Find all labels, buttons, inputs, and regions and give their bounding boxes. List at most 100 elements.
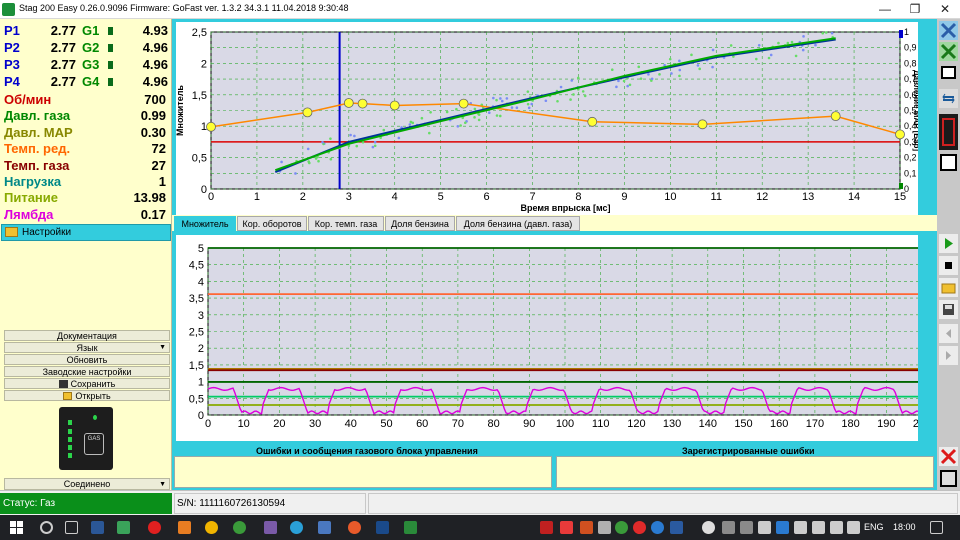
square-icon[interactable]	[939, 469, 958, 488]
sensor-label: Нагрузка	[4, 174, 62, 189]
map-point[interactable]	[206, 121, 216, 132]
scatter-point	[767, 56, 771, 60]
tray-icon[interactable]	[560, 521, 573, 534]
map-point[interactable]	[697, 119, 708, 130]
update-button[interactable]: Обновить	[4, 354, 170, 365]
app-icon[interactable]	[264, 521, 277, 534]
map-point[interactable]	[587, 116, 598, 127]
scatter-point	[353, 134, 356, 138]
scatter-point	[408, 123, 412, 126]
scatter-point	[769, 53, 773, 57]
scatter-point	[786, 41, 790, 45]
square-icon[interactable]	[939, 153, 958, 172]
tab-multiplier[interactable]: Множитель	[174, 216, 236, 231]
tray-icon[interactable]	[540, 521, 553, 534]
delete-red-x-icon[interactable]	[939, 447, 958, 466]
save-disk-icon[interactable]	[939, 300, 958, 319]
save-button[interactable]: Сохранить	[4, 378, 170, 389]
connection-select[interactable]: Соединено ▼	[4, 478, 170, 490]
tray-icon[interactable]	[615, 521, 628, 534]
factory-settings-button[interactable]: Заводские настройки	[4, 366, 170, 377]
wifi-icon[interactable]	[830, 521, 843, 534]
search-icon[interactable]	[40, 521, 53, 534]
settings-arrows-icon[interactable]	[939, 89, 958, 108]
scatter-point	[790, 40, 794, 44]
volume-icon[interactable]	[847, 521, 860, 534]
play-icon[interactable]	[939, 234, 958, 253]
stag-app-icon[interactable]	[404, 521, 417, 534]
registered-errors-box[interactable]	[556, 456, 934, 488]
firefox-icon[interactable]	[178, 521, 191, 534]
injector-row: P4 2.77 G4 4.96	[4, 74, 168, 89]
errors-area: Ошибки и сообщения газового блока управл…	[172, 443, 937, 490]
stop-icon[interactable]	[939, 256, 958, 275]
gas-injector-name: G2	[82, 40, 100, 55]
x-tick-label: 60	[416, 418, 428, 430]
hp-icon[interactable]	[702, 521, 715, 534]
restore-button[interactable]: ❐	[900, 0, 930, 19]
chrome-icon[interactable]	[205, 521, 218, 534]
tray-icon[interactable]	[794, 521, 807, 534]
app-icon[interactable]	[117, 521, 130, 534]
tray-icon[interactable]	[812, 521, 825, 534]
settings-header[interactable]: Настройки	[1, 224, 171, 241]
status-bar: Статус: Газ S/N: 1111160726130594	[0, 490, 960, 515]
oscilloscope-panel: 0 10 20 30 40 50 60 70 80 90 100 110 120 130 140 150 160…	[176, 235, 931, 441]
tab-petrol-share-pressure[interactable]: Доля бензина (давл. газа)	[456, 216, 580, 231]
app-icon[interactable]	[233, 521, 246, 534]
telegram-icon[interactable]	[290, 521, 303, 534]
notifications-icon[interactable]	[930, 521, 943, 534]
window-icon[interactable]	[939, 63, 958, 82]
y-tick-label: 2	[198, 343, 204, 355]
tray-icon[interactable]	[633, 521, 646, 534]
tray-icon[interactable]	[722, 521, 735, 534]
minimize-button[interactable]: —	[870, 0, 900, 19]
bluetooth-icon[interactable]	[776, 521, 789, 534]
tab-rpm-correction[interactable]: Кор. оборотов	[237, 216, 307, 231]
map-point[interactable]	[830, 111, 841, 122]
map-point[interactable]	[895, 129, 905, 140]
open-button[interactable]: Открыть	[4, 390, 170, 401]
tray-icon[interactable]	[670, 521, 683, 534]
clock[interactable]: 18:00	[893, 522, 916, 532]
tray-icon[interactable]	[580, 521, 593, 534]
app-icon[interactable]	[376, 521, 389, 534]
tray-icon[interactable]	[740, 521, 753, 534]
map-point[interactable]	[357, 98, 368, 109]
windows-start-icon[interactable]	[10, 521, 23, 534]
scatter-point	[526, 90, 530, 93]
petrol-injector-value: 2.77	[50, 74, 76, 89]
map-point[interactable]	[302, 107, 313, 118]
y-tick-label: 5	[198, 243, 204, 255]
close-x-blue-icon[interactable]	[939, 21, 958, 40]
map-point[interactable]	[458, 98, 469, 109]
previous-icon[interactable]	[939, 324, 958, 343]
x-tick-label: 6	[484, 191, 490, 203]
multiplier-chart[interactable]: 0 1 2 3 4 5 6 7 8 9 10 11 12 13 14 1500,511,522,500,10,…	[175, 22, 921, 216]
tab-petrol-share[interactable]: Доля бензина	[385, 216, 455, 231]
documentation-button[interactable]: Документация	[4, 330, 170, 341]
task-view-icon[interactable]	[65, 521, 78, 534]
y-tick-label: 0,5	[189, 393, 204, 405]
word-icon[interactable]	[91, 521, 104, 534]
y2-tick-label: 1	[904, 27, 909, 37]
opera-icon[interactable]	[148, 521, 161, 534]
app-icon[interactable]	[318, 521, 331, 534]
errors-messages-box[interactable]	[174, 456, 552, 488]
app-icon[interactable]	[348, 521, 361, 534]
tab-gas-temp-correction[interactable]: Кор. темп. газа	[308, 216, 384, 231]
map-point[interactable]	[343, 98, 354, 108]
map-point[interactable]	[389, 100, 400, 111]
language-indicator[interactable]: ENG	[864, 522, 884, 532]
open-folder-icon[interactable]	[939, 278, 958, 297]
x-tick-label: 140	[699, 418, 717, 430]
gas-indicator: GAS	[59, 407, 113, 470]
tray-icon[interactable]	[651, 521, 664, 534]
language-select[interactable]: Язык ▼	[4, 342, 170, 353]
close-button[interactable]: ✕	[930, 0, 960, 19]
close-x-green-icon[interactable]	[939, 42, 958, 61]
next-icon[interactable]	[939, 346, 958, 365]
tray-icon[interactable]	[758, 521, 771, 534]
tray-icon[interactable]	[598, 521, 611, 534]
x-tick-label: 14	[848, 191, 860, 203]
